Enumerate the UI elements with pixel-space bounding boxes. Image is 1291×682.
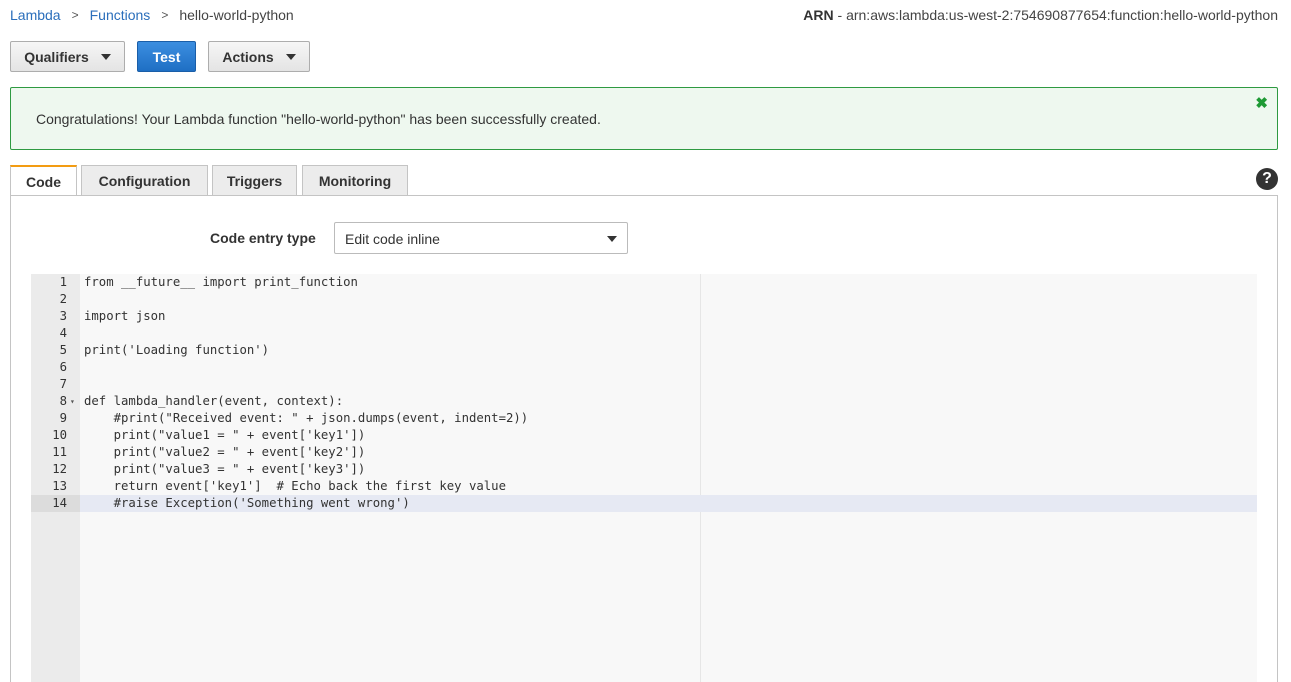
code-line[interactable]: 14 #raise Exception('Something went wron… xyxy=(31,495,1257,512)
code-text: #print("Received event: " + json.dumps(e… xyxy=(84,411,529,425)
top-bar: Lambda > Functions > hello-world-python … xyxy=(0,0,1291,30)
line-number: 11 xyxy=(52,445,67,459)
test-button[interactable]: Test xyxy=(137,41,196,72)
line-number: 7 xyxy=(59,377,67,391)
code-line[interactable]: 9 #print("Received event: " + json.dumps… xyxy=(31,410,1257,427)
code-line[interactable]: 3 import json xyxy=(31,308,1257,325)
tab-code[interactable]: Code xyxy=(10,165,77,197)
code-text: return event['key1'] # Echo back the fir… xyxy=(84,479,506,493)
code-line[interactable]: 12 print("value3 = " + event['key3']) xyxy=(31,461,1257,478)
code-line[interactable]: 11 print("value2 = " + event['key2']) xyxy=(31,444,1257,461)
tab-triggers[interactable]: Triggers xyxy=(212,165,297,196)
arn-value: - arn:aws:lambda:us-west-2:754690877654:… xyxy=(833,7,1279,23)
code-line[interactable]: 7 xyxy=(31,376,1257,393)
code-text: print("value3 = " + event['key3']) xyxy=(84,462,366,476)
code-line[interactable]: 4 xyxy=(31,325,1257,342)
help-icon[interactable]: ? xyxy=(1256,168,1278,190)
code-entry-type-select[interactable]: Edit code inline xyxy=(334,222,628,254)
fold-toggle-icon[interactable]: ▾ xyxy=(70,393,75,410)
alert-message: Congratulations! Your Lambda function "h… xyxy=(36,111,601,127)
line-number: 3 xyxy=(59,309,67,323)
close-icon[interactable]: ✖ xyxy=(1255,94,1268,112)
actions-label: Actions xyxy=(222,48,274,65)
code-entry-type-value: Edit code inline xyxy=(345,231,440,247)
code-line[interactable]: 5 print('Loading function') xyxy=(31,342,1257,359)
code-line[interactable]: 10 print("value1 = " + event['key1']) xyxy=(31,427,1257,444)
arn-label: ARN xyxy=(803,7,834,23)
code-text: def lambda_handler(event, context): xyxy=(84,394,344,408)
line-number: 13 xyxy=(52,479,67,493)
line-number: 9 xyxy=(59,411,67,425)
code-text: from __future__ import print_function xyxy=(84,275,358,289)
tab-monitoring[interactable]: Monitoring xyxy=(302,165,408,196)
line-number: 2 xyxy=(59,292,67,306)
actions-button[interactable]: Actions xyxy=(208,41,310,72)
line-number: 6 xyxy=(59,360,67,374)
line-number: 5 xyxy=(59,343,67,357)
qualifiers-button[interactable]: Qualifiers xyxy=(10,41,125,72)
breadcrumb-current: hello-world-python xyxy=(179,7,294,23)
caret-down-icon xyxy=(100,53,111,60)
qualifiers-label: Qualifiers xyxy=(24,48,89,65)
tab-configuration[interactable]: Configuration xyxy=(81,165,208,196)
chevron-right-icon: > xyxy=(161,8,169,22)
chevron-right-icon: > xyxy=(71,8,79,22)
line-number: 12 xyxy=(52,462,67,476)
line-number: 10 xyxy=(52,428,67,442)
test-label: Test xyxy=(152,48,181,65)
code-text: print("value2 = " + event['key2']) xyxy=(84,445,366,459)
line-number: 8 xyxy=(59,394,67,408)
breadcrumb: Lambda > Functions > hello-world-python xyxy=(10,7,294,23)
line-number: 1 xyxy=(59,275,67,289)
code-text: print("value1 = " + event['key1']) xyxy=(84,428,366,442)
code-entry-type-label: Code entry type xyxy=(210,230,316,246)
line-number: 14 xyxy=(31,495,80,512)
editor-lines[interactable]: 1 from __future__ import print_function 2 3… xyxy=(31,274,1257,512)
success-alert: Congratulations! Your Lambda function "h… xyxy=(10,87,1278,150)
code-text: #raise Exception('Something went wrong') xyxy=(84,496,410,510)
code-line[interactable]: 1 from __future__ import print_function xyxy=(31,274,1257,291)
caret-down-icon xyxy=(607,236,617,242)
code-line[interactable]: 2 xyxy=(31,291,1257,308)
code-line[interactable]: 6 xyxy=(31,359,1257,376)
code-editor[interactable]: 1 from __future__ import print_function 2 3… xyxy=(31,274,1257,682)
code-text: import json xyxy=(84,309,166,323)
code-line[interactable]: 13 return event['key1'] # Echo back the … xyxy=(31,478,1257,495)
code-text: print('Loading function') xyxy=(84,343,270,357)
line-number: 4 xyxy=(59,326,67,340)
arn-display: ARN - arn:aws:lambda:us-west-2:754690877… xyxy=(803,7,1278,23)
code-line[interactable]: 8 ▾ def lambda_handler(event, context): xyxy=(31,393,1257,410)
breadcrumb-functions-link[interactable]: Functions xyxy=(90,7,151,23)
caret-down-icon xyxy=(285,53,296,60)
breadcrumb-lambda-link[interactable]: Lambda xyxy=(10,7,61,23)
